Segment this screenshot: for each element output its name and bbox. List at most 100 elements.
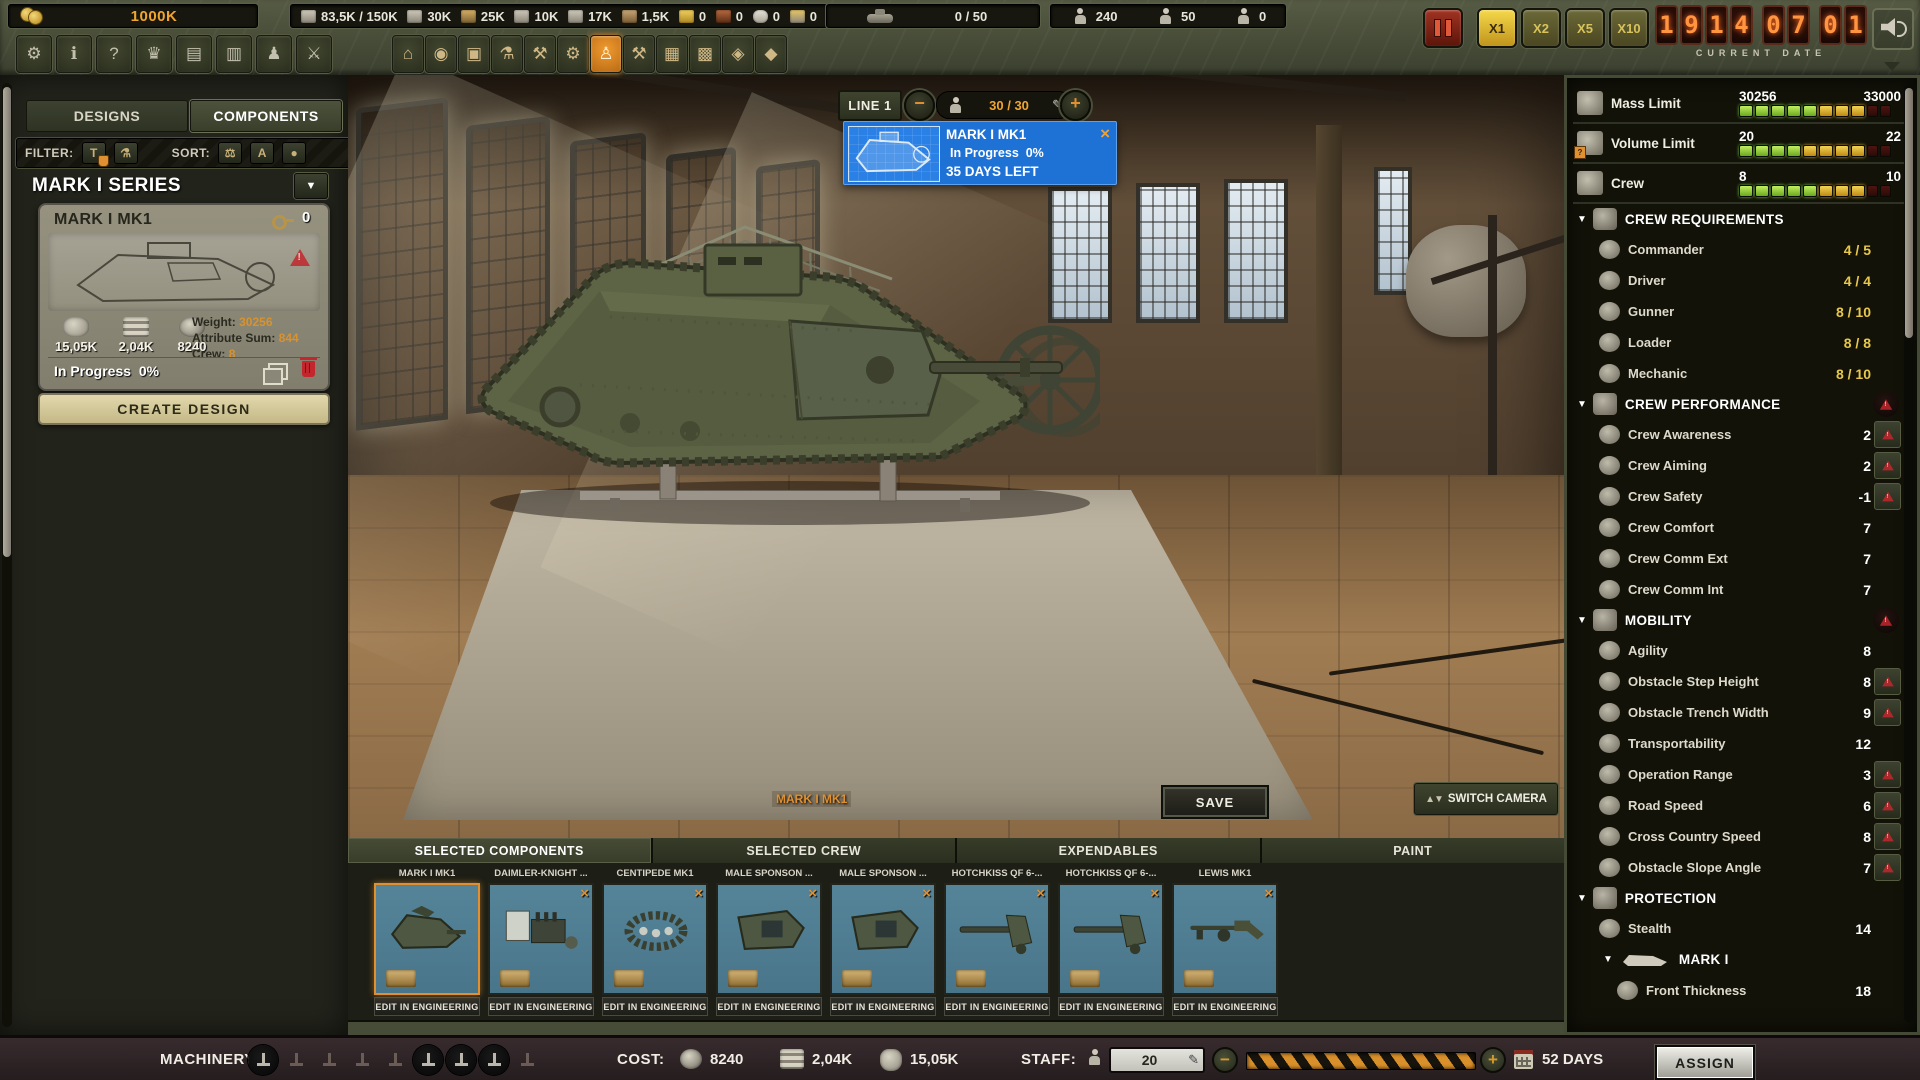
warning-button[interactable] <box>1874 699 1901 726</box>
save-button[interactable]: SAVE <box>1163 787 1267 817</box>
tank-defense-icon[interactable]: ◈ <box>722 35 754 73</box>
speed-button-x1[interactable]: X1 <box>1477 8 1517 48</box>
warning-button[interactable] <box>1874 823 1901 850</box>
components-icon[interactable]: ▦ <box>656 35 688 73</box>
tab-selected-components[interactable]: SELECTED COMPONENTS <box>348 838 651 863</box>
edit-in-engineering-button[interactable]: EDIT IN ENGINEERING <box>488 997 594 1016</box>
world-icon[interactable]: ◉ <box>425 35 457 73</box>
chevron-down-icon[interactable]: ▼ <box>1577 399 1587 410</box>
left-scrollbar[interactable] <box>2 83 12 1027</box>
welding-icon[interactable] <box>347 1045 377 1075</box>
header-collapse-icon[interactable] <box>1884 62 1900 71</box>
close-icon[interactable]: × <box>1100 124 1110 144</box>
series-header[interactable]: MARK I SERIES ▼ <box>16 172 334 200</box>
edit-in-engineering-button[interactable]: EDIT IN ENGINEERING <box>602 997 708 1016</box>
tank-3d-model[interactable] <box>460 205 1100 535</box>
design-card[interactable]: MARK I MK1 0 15,05K 2,04K 8240 <box>38 203 330 391</box>
component-card-2[interactable]: DAIMLER-KNIGHT ...×EDIT IN ENGINEERING <box>488 868 594 1016</box>
help-icon[interactable]: ? <box>96 35 132 73</box>
section-protection[interactable]: ▼PROTECTION <box>1573 883 1905 913</box>
section-crew-requirements[interactable]: ▼CREW REQUIREMENTS <box>1573 204 1905 234</box>
design-icon[interactable]: ♙ <box>590 35 622 73</box>
sort-weight-button[interactable]: ⚖ <box>218 142 242 164</box>
personnel-icon[interactable]: ♟ <box>256 35 292 73</box>
tank-armor-icon[interactable]: ◆ <box>755 35 787 73</box>
filter-blueprint-button[interactable]: ⚗ <box>114 142 138 164</box>
component-card-7[interactable]: HOTCHKISS QF 6-...×EDIT IN ENGINEERING <box>1058 868 1164 1016</box>
speed-button-x2[interactable]: X2 <box>1521 8 1561 48</box>
press-brake-icon[interactable] <box>314 1045 344 1075</box>
chevron-down-icon[interactable]: ▼ <box>1603 954 1613 965</box>
factory-viewport[interactable]: LINE 1 − 30 / 30 ✎ + MARK I MK1 In Progr… <box>348 75 1564 838</box>
switch-camera-button[interactable]: ▲▼ SWITCH CAMERA <box>1414 783 1558 815</box>
warning-button[interactable] <box>1874 854 1901 881</box>
production-queue-card[interactable]: MARK I MK1 In Progress 0% 35 DAYS LEFT × <box>843 121 1117 185</box>
component-card-4[interactable]: MALE SPONSON ...×EDIT IN ENGINEERING <box>716 868 822 1016</box>
tab-selected-crew[interactable]: SELECTED CREW <box>653 838 956 863</box>
factory-icon[interactable]: ⌂ <box>392 35 424 73</box>
assign-button[interactable]: ASSIGN <box>1655 1045 1755 1080</box>
edit-in-engineering-button[interactable]: EDIT IN ENGINEERING <box>1172 997 1278 1016</box>
saw-icon[interactable] <box>479 1045 509 1075</box>
section-crew-performance[interactable]: ▼CREW PERFORMANCE <box>1573 389 1905 419</box>
bolt-icon[interactable] <box>413 1045 443 1075</box>
achievements-icon[interactable]: ♛ <box>136 35 172 73</box>
market-icon[interactable]: ▣ <box>458 35 490 73</box>
military-icon[interactable]: ⚔ <box>296 35 332 73</box>
warning-button[interactable] <box>1874 483 1901 510</box>
tank-production-icon[interactable]: ▩ <box>689 35 721 73</box>
component-card-6[interactable]: HOTCHKISS QF 6-...×EDIT IN ENGINEERING <box>944 868 1050 1016</box>
stats-scrollbar[interactable] <box>1904 84 1914 1022</box>
edit-in-engineering-button[interactable]: EDIT IN ENGINEERING <box>374 997 480 1016</box>
edit-in-engineering-button[interactable]: EDIT IN ENGINEERING <box>1058 997 1164 1016</box>
section-mobility[interactable]: ▼MOBILITY <box>1573 605 1905 635</box>
delete-design-icon[interactable] <box>302 361 315 377</box>
staff-decrease-button[interactable]: − <box>1212 1047 1238 1073</box>
component-card-1[interactable]: MARK I MK1EDIT IN ENGINEERING <box>374 868 480 1016</box>
stats-scrollbar-thumb[interactable] <box>1905 88 1913 338</box>
tab-designs[interactable]: DESIGNS <box>26 100 188 132</box>
spring-icon[interactable] <box>512 1045 542 1075</box>
sort-cost-button[interactable]: ● <box>282 142 306 164</box>
line-remove-button[interactable]: − <box>904 90 935 121</box>
component-card-8[interactable]: LEWIS MK1×EDIT IN ENGINEERING <box>1172 868 1278 1016</box>
warning-button[interactable] <box>1874 421 1901 448</box>
edit-in-engineering-button[interactable]: EDIT IN ENGINEERING <box>944 997 1050 1016</box>
edit-in-engineering-button[interactable]: EDIT IN ENGINEERING <box>830 997 936 1016</box>
announcements-button[interactable] <box>1872 8 1914 50</box>
tab-components[interactable]: COMPONENTS <box>190 100 342 132</box>
forge-icon[interactable] <box>281 1045 311 1075</box>
component-card-3[interactable]: CENTIPEDE MK1×EDIT IN ENGINEERING <box>602 868 708 1016</box>
chevron-down-icon[interactable]: ▼ <box>1577 214 1587 225</box>
staff-increase-button[interactable]: + <box>1480 1047 1506 1073</box>
drill-press-icon[interactable] <box>248 1045 278 1075</box>
filter-type-button[interactable]: T <box>82 142 106 164</box>
edit-in-engineering-button[interactable]: EDIT IN ENGINEERING <box>716 997 822 1016</box>
repair-icon[interactable]: ⚙ <box>557 35 589 73</box>
speed-button-x10[interactable]: X10 <box>1609 8 1649 48</box>
series-collapse-button[interactable]: ▼ <box>294 173 328 199</box>
sort-alpha-button[interactable]: A <box>250 142 274 164</box>
copy-design-icon[interactable] <box>268 363 288 380</box>
reports-icon[interactable]: ▥ <box>216 35 252 73</box>
workshop-icon[interactable]: ⚒ <box>524 35 556 73</box>
edit-pencil-icon[interactable]: ✎ <box>1188 1052 1199 1068</box>
warning-button[interactable] <box>1874 792 1901 819</box>
component-card-5[interactable]: MALE SPONSON ...×EDIT IN ENGINEERING <box>830 868 936 1016</box>
warning-button[interactable] <box>1874 761 1901 788</box>
research-icon[interactable]: ⚗ <box>491 35 523 73</box>
chevron-down-icon[interactable]: ▼ <box>1577 893 1587 904</box>
line-add-button[interactable]: + <box>1060 90 1091 121</box>
left-scrollbar-thumb[interactable] <box>3 87 11 557</box>
info-icon[interactable]: ℹ <box>56 35 92 73</box>
pause-button[interactable] <box>1423 8 1463 48</box>
warning-button[interactable] <box>1874 668 1901 695</box>
create-design-button[interactable]: CREATE DESIGN <box>38 393 330 425</box>
tab-paint[interactable]: PAINT <box>1262 838 1565 863</box>
news-icon[interactable]: ▤ <box>176 35 212 73</box>
chevron-down-icon[interactable]: ▼ <box>1577 615 1587 626</box>
settings-icon[interactable]: ⚙ <box>16 35 52 73</box>
staff-input[interactable]: 20 ✎ <box>1109 1047 1205 1073</box>
construction-icon[interactable]: ⚒ <box>623 35 655 73</box>
tab-expendables[interactable]: EXPENDABLES <box>957 838 1260 863</box>
